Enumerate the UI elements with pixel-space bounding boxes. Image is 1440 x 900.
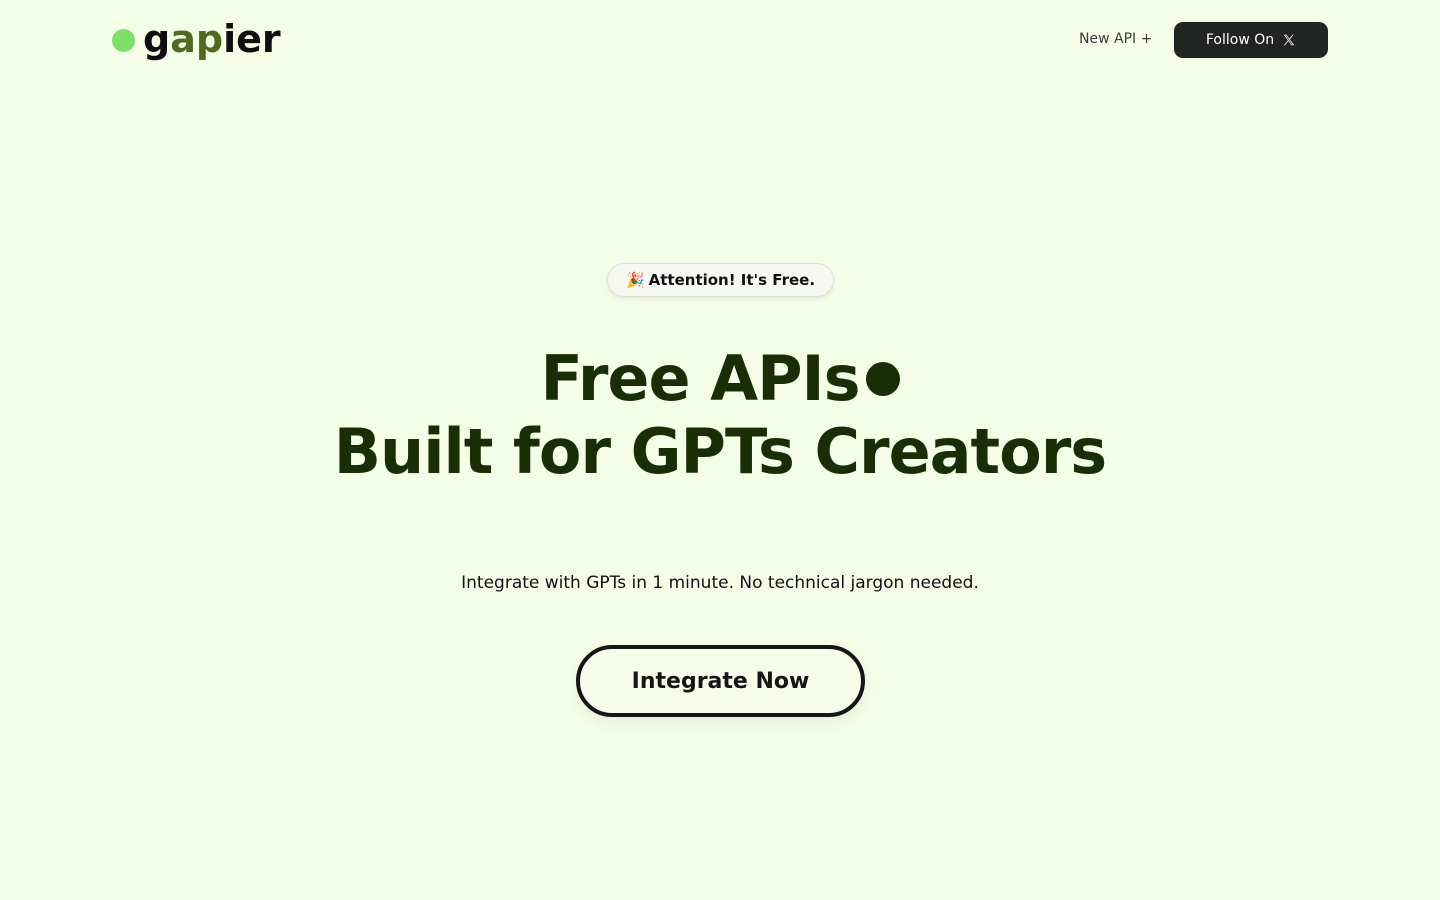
integrate-now-button[interactable]: Integrate Now: [576, 645, 865, 717]
hero-subtitle: Integrate with GPTs in 1 minute. No tech…: [461, 573, 979, 593]
logo-wordmark: gapier: [143, 17, 281, 61]
logo-dot-icon: [112, 28, 135, 52]
site-header: gapier New API + Follow On: [0, 0, 1440, 80]
headline-line-2: Built for GPTs Creators: [333, 415, 1107, 488]
logo[interactable]: gapier: [112, 16, 281, 62]
new-api-link[interactable]: New API +: [1079, 29, 1152, 49]
follow-on-x-button[interactable]: Follow On: [1174, 22, 1328, 58]
free-badge: 🎉 Attention! It's Free.: [607, 263, 834, 297]
party-popper-icon: 🎉: [625, 271, 645, 289]
badge-text: Attention! It's Free.: [648, 271, 816, 289]
follow-label: Follow On: [1205, 32, 1275, 48]
headline-line-1: Free APIs: [0, 342, 1440, 415]
x-logo-icon: [1283, 34, 1295, 46]
hero-headline: Free APIs Built for GPTs Creators: [0, 342, 1440, 488]
headline-dot-icon: [865, 361, 900, 396]
landing-page: gapier New API + Follow On 🎉 Attention! …: [0, 0, 1440, 900]
